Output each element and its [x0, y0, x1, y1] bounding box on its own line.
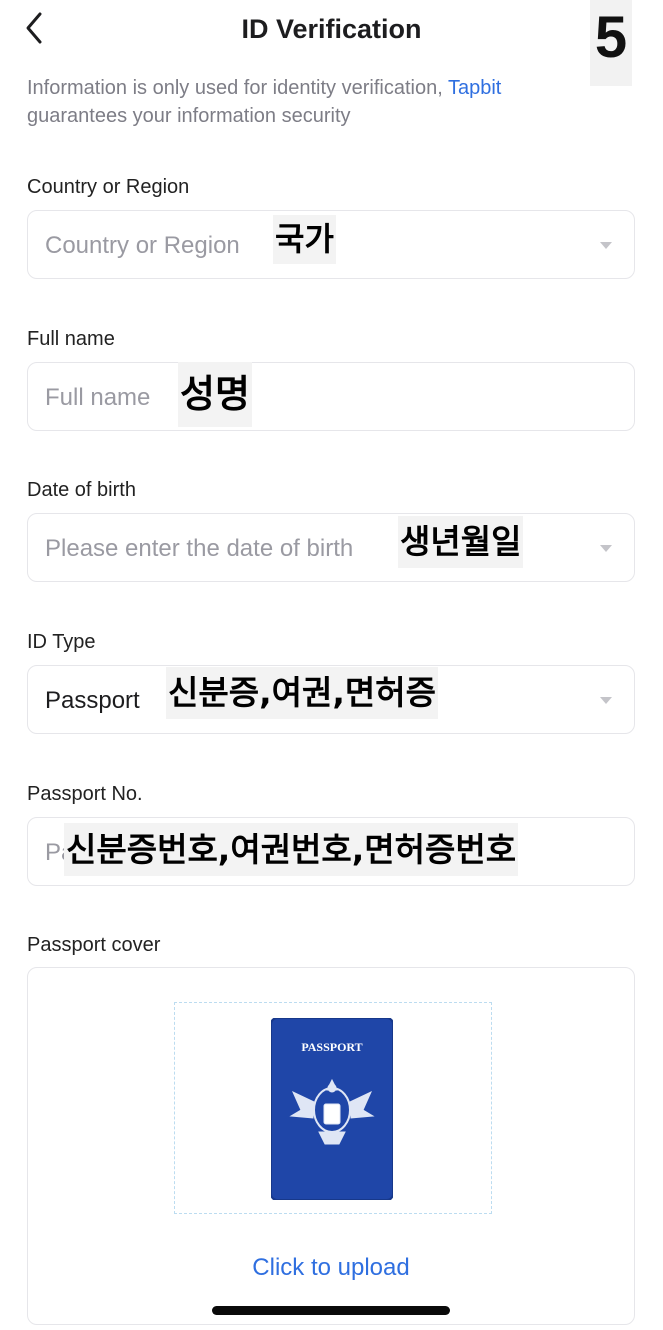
- country-placeholder: Country or Region: [45, 232, 240, 259]
- full-name-placeholder: Full name: [45, 384, 151, 411]
- tapbit-link[interactable]: Tapbit: [448, 77, 501, 99]
- notice-text: Information is only used for identity ve…: [27, 77, 448, 99]
- id-type-select[interactable]: Passport 신분증,여권,면허증: [27, 665, 635, 734]
- upload-dropzone[interactable]: PASSPORT: [174, 1002, 492, 1214]
- passport-no-annotation: 신분증번호,여권번호,면허증번호: [64, 823, 519, 876]
- passport-cover-label: Passport cover: [27, 934, 161, 956]
- passport-number-input[interactable]: Passport number 신분증번호,여권번호,면허증번호: [27, 817, 635, 886]
- step-badge: 5: [590, 0, 632, 86]
- passport-no-label: Passport No.: [27, 783, 143, 805]
- id-type-annotation: 신분증,여권,면허증: [166, 667, 438, 719]
- full-name-annotation: 성명: [178, 362, 252, 427]
- country-label: Country or Region: [27, 176, 190, 198]
- full-name-input[interactable]: Full name 성명: [27, 362, 635, 431]
- id-type-value: Passport: [45, 687, 140, 714]
- dob-label: Date of birth: [27, 479, 136, 501]
- dropdown-caret-icon: [600, 242, 612, 249]
- full-name-label: Full name: [27, 328, 115, 350]
- passport-cover-upload[interactable]: PASSPORT Click to upload: [27, 967, 635, 1325]
- dob-select[interactable]: Please enter the date of birth 생년월일: [27, 513, 635, 582]
- passport-illustration-icon: PASSPORT: [271, 1018, 393, 1200]
- security-notice: Information is only used for identity ve…: [27, 74, 587, 130]
- country-select[interactable]: Country or Region 국가: [27, 210, 635, 279]
- country-annotation: 국가: [273, 215, 336, 264]
- dropdown-caret-icon: [600, 545, 612, 552]
- page-title: ID Verification: [241, 14, 422, 44]
- id-type-label: ID Type: [27, 631, 96, 653]
- passport-image-text: PASSPORT: [301, 1040, 362, 1054]
- home-indicator: [212, 1306, 450, 1315]
- click-to-upload-link[interactable]: Click to upload: [28, 1254, 634, 1282]
- dropdown-caret-icon: [600, 697, 612, 704]
- notice-text-end: guarantees your information security: [27, 105, 351, 127]
- dob-placeholder: Please enter the date of birth: [45, 535, 354, 562]
- dob-annotation: 생년월일: [398, 516, 524, 568]
